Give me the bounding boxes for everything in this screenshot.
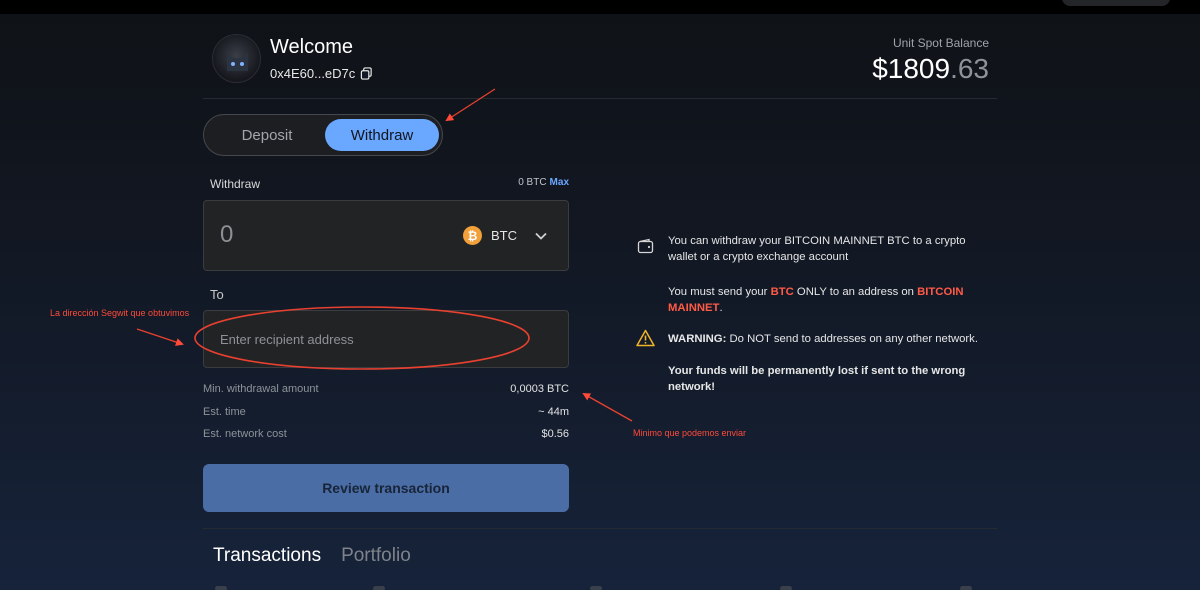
warning-label: WARNING: [668, 333, 727, 345]
tab-portfolio[interactable]: Portfolio [341, 545, 411, 567]
warning-text: Do NOT send to addresses on any other ne… [726, 333, 978, 345]
top-bar [0, 0, 1200, 14]
amount-value[interactable]: 0 [220, 221, 233, 249]
detail-label: Min. withdrawal amount [203, 383, 319, 395]
recipient-address-input[interactable] [220, 327, 550, 351]
loss-warning: Your funds will be permanently lost if s… [668, 365, 966, 393]
coin-selector[interactable]: ₿ BTC [463, 226, 548, 245]
header-divider [203, 98, 997, 99]
max-button[interactable]: Max [550, 177, 569, 188]
recipient-field[interactable] [203, 310, 569, 368]
copy-icon[interactable] [360, 67, 373, 80]
balance-whole: $1809 [872, 53, 951, 84]
tab-deposit[interactable]: Deposit [210, 119, 324, 151]
cut-off-element [960, 586, 972, 590]
cut-off-element [373, 586, 385, 590]
cut-off-element [780, 586, 792, 590]
detail-label: Est. network cost [203, 428, 287, 440]
warning-notice: WARNING: Do NOT send to addresses on any… [668, 331, 988, 347]
withdraw-notice: You can withdraw your BITCOIN MAINNET BT… [668, 235, 966, 263]
notice-text: You must send your [668, 286, 771, 298]
wallet-address-text: 0x4E60...eD7c [270, 66, 356, 81]
detail-value: ~ 44m [538, 406, 569, 418]
withdraw-label: Withdraw [210, 177, 261, 191]
balance-value: $1809.63 [872, 53, 989, 85]
chevron-down-icon [535, 232, 547, 240]
available-balance: 0 BTC Max [518, 177, 569, 188]
avatar-cat-image [227, 52, 248, 71]
annotation-overlay [136, 88, 633, 422]
deposit-withdraw-toggle[interactable]: Deposit Withdraw [203, 114, 443, 156]
to-label: To [210, 287, 224, 302]
wallet-address: 0x4E60...eD7c [270, 66, 373, 81]
warning-icon [636, 329, 655, 347]
coin-label: BTC [491, 228, 517, 243]
detail-label: Est. time [203, 406, 246, 418]
balance-cents: .63 [950, 53, 989, 84]
bottom-tabs: Transactions Portfolio [213, 545, 411, 567]
review-transaction-button[interactable]: Review transaction [203, 464, 569, 512]
top-bar-button[interactable] [1062, 0, 1170, 6]
cut-off-element [215, 586, 227, 590]
annotation-arrow-address [136, 328, 184, 346]
notice-text: . [719, 302, 723, 314]
annotation-minimum: Minimo que podemos enviar [633, 428, 747, 438]
annotation-arrow-minimum [582, 393, 633, 422]
detail-value: 0,0003 BTC [510, 383, 569, 395]
network-notice: You must send your BTC ONLY to an addres… [668, 284, 988, 316]
detail-row-min: Min. withdrawal amount 0,0003 BTC [203, 383, 569, 395]
detail-row-cost: Est. network cost $0.56 [203, 428, 569, 440]
avatar[interactable] [212, 34, 261, 83]
available-amount: 0 BTC [518, 177, 547, 188]
annotation-arrow-withdraw [445, 88, 496, 122]
cut-off-element [590, 586, 602, 590]
balance-label: Unit Spot Balance [892, 36, 989, 50]
notice-coin: BTC [770, 286, 794, 298]
bitcoin-icon: ₿ [463, 226, 482, 245]
amount-field[interactable]: 0 ₿ BTC [203, 200, 569, 271]
annotation-segwit: La dirección Segwit que obtuvimos [50, 308, 190, 318]
tab-withdraw[interactable]: Withdraw [325, 119, 439, 151]
detail-row-time: Est. time ~ 44m [203, 406, 569, 418]
section-divider [203, 528, 997, 529]
wallet-icon [637, 238, 654, 254]
detail-value: $0.56 [541, 428, 569, 440]
tab-transactions[interactable]: Transactions [213, 545, 321, 567]
welcome-title: Welcome [270, 36, 353, 58]
notice-text: ONLY to an address on [793, 286, 918, 298]
